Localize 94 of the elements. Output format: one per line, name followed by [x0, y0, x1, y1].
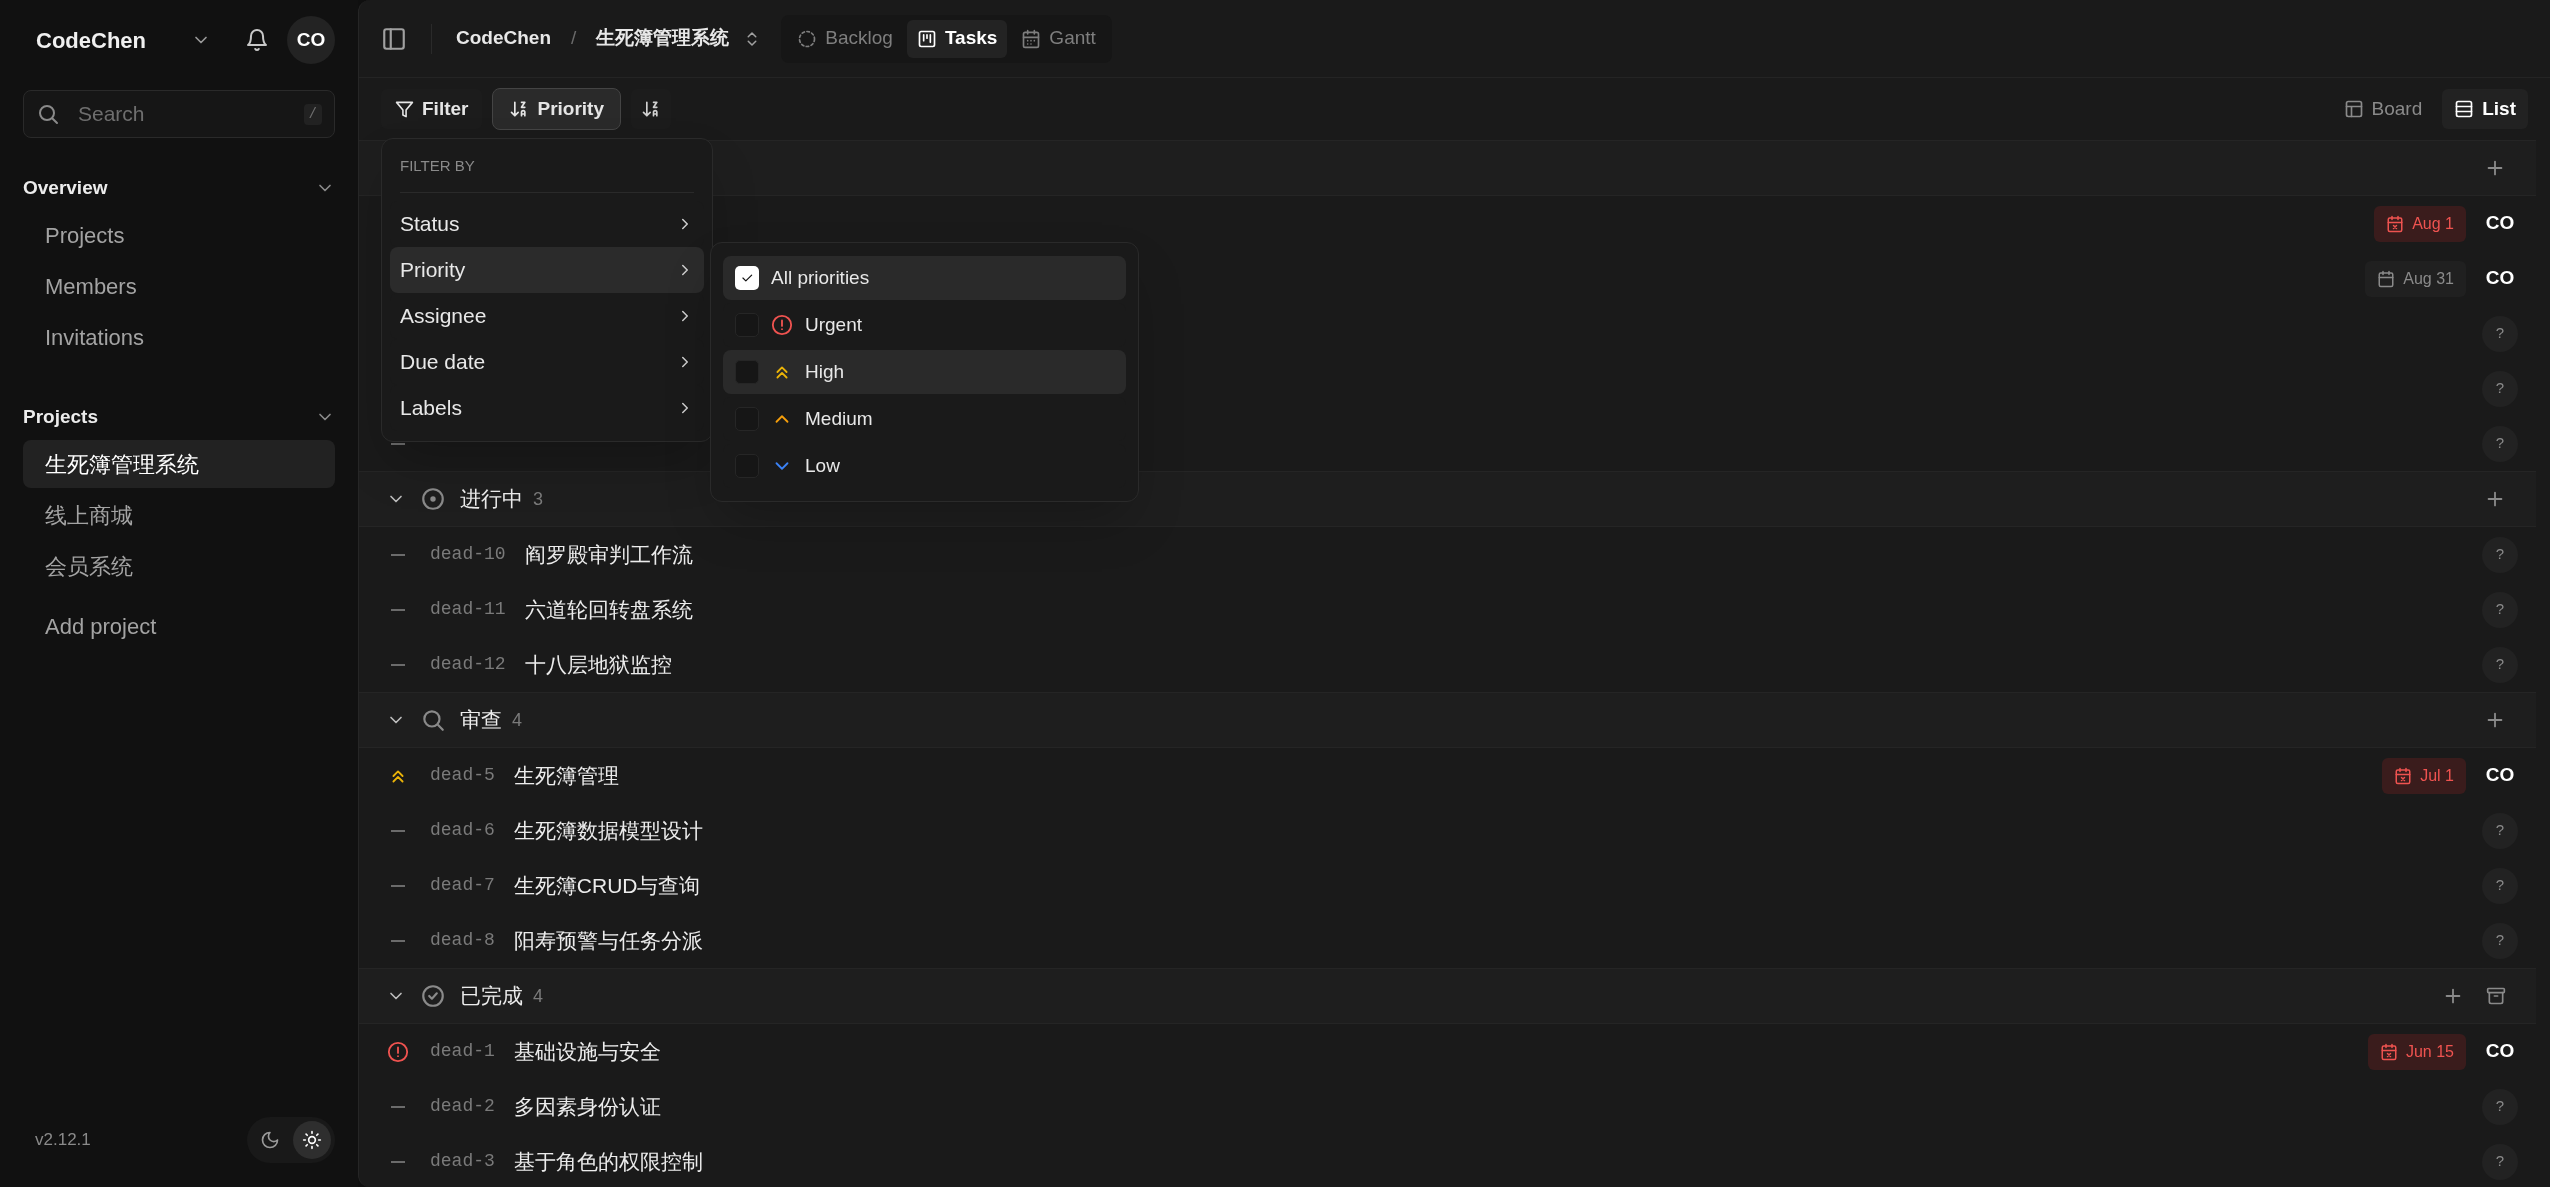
- sidebar-item[interactable]: Invitations: [23, 313, 335, 361]
- due-date-badge[interactable]: Jun 15: [2367, 1033, 2466, 1070]
- task-id: dead-2: [430, 1095, 495, 1118]
- add-project-link[interactable]: Add project: [23, 602, 335, 650]
- task-id: dead-1: [430, 1040, 495, 1063]
- assignee-avatar[interactable]: ?: [2482, 425, 2518, 462]
- sidebar-toggle-button[interactable]: [381, 25, 407, 52]
- assignee-avatar[interactable]: ?: [2482, 370, 2518, 407]
- calendar-icon: [2386, 214, 2405, 233]
- sun-icon: [302, 1130, 322, 1150]
- layout-tab[interactable]: Board: [2331, 89, 2435, 129]
- user-avatar[interactable]: CO: [287, 16, 335, 64]
- section-title: Projects: [23, 404, 98, 429]
- assignee-avatar[interactable]: ?: [2482, 1088, 2518, 1125]
- task-title[interactable]: 生死簿CRUD与查询: [513, 869, 701, 902]
- task-title[interactable]: 基于角色的权限控制: [513, 1145, 703, 1178]
- dashed-circle-icon: [797, 28, 818, 49]
- task-title[interactable]: 生死簿管理: [513, 759, 619, 792]
- task-title[interactable]: 六道轮回转盘系统: [524, 593, 693, 626]
- priority-option[interactable]: High: [723, 350, 1126, 394]
- group-count: 4: [533, 984, 543, 1008]
- section-title: Overview: [23, 175, 108, 200]
- task-title[interactable]: 阎罗殿审判工作流: [524, 538, 693, 571]
- breadcrumb-separator: /: [571, 26, 577, 51]
- search-input[interactable]: Search: [78, 98, 298, 130]
- assignee-avatar[interactable]: ?: [2482, 867, 2518, 904]
- sidebar-item[interactable]: 线上商城: [23, 491, 335, 539]
- calendar-icon: [2379, 1042, 2398, 1061]
- task-id: dead-3: [430, 1150, 495, 1173]
- list-icon: [2454, 99, 2475, 119]
- task-id: dead-11: [430, 598, 506, 621]
- notification-icon: [245, 28, 269, 52]
- task-id: dead-5: [430, 764, 495, 787]
- group-count: 3: [533, 487, 543, 511]
- version-label: v2.12.1: [35, 1129, 91, 1152]
- assignee-avatar[interactable]: CO: [2482, 757, 2518, 794]
- shortcut-key: /: [303, 103, 322, 125]
- task-id: dead-7: [430, 874, 495, 897]
- layout-tab[interactable]: List: [2442, 89, 2528, 129]
- checkbox[interactable]: [735, 266, 759, 290]
- sidebar-item[interactable]: Projects: [23, 211, 335, 259]
- task-id: dead-6: [430, 819, 495, 842]
- task-title[interactable]: 基础设施与安全: [513, 1035, 661, 1068]
- assignee-avatar[interactable]: CO: [2482, 1033, 2518, 1070]
- archive-button[interactable]: [2486, 986, 2506, 1006]
- search-icon: [36, 102, 60, 126]
- view-tab[interactable]: Tasks: [906, 19, 1008, 58]
- sort-icon: [641, 99, 661, 119]
- assignee-avatar[interactable]: ?: [2482, 1143, 2518, 1180]
- menu-item[interactable]: Priority: [390, 246, 704, 293]
- assignee-avatar[interactable]: ?: [2482, 812, 2518, 849]
- sort-button[interactable]: Priority: [492, 88, 621, 130]
- assignee-avatar[interactable]: ?: [2482, 536, 2518, 573]
- assignee-avatar[interactable]: ?: [2482, 591, 2518, 628]
- task-title[interactable]: 阳寿预警与任务分派: [513, 924, 703, 957]
- sidebar-item[interactable]: 会员系统: [23, 542, 335, 590]
- calendar-icon: [2394, 766, 2413, 785]
- due-date-badge[interactable]: Aug 1: [2374, 205, 2466, 242]
- board-icon: [2343, 99, 2364, 119]
- workspace-name[interactable]: CodeChen: [36, 23, 146, 57]
- archive-icon: [2486, 986, 2506, 1006]
- task-id: dead-8: [430, 929, 495, 952]
- moon-icon: [260, 1130, 280, 1150]
- group-count: 4: [512, 708, 522, 732]
- task-title[interactable]: 生死簿数据模型设计: [513, 814, 703, 847]
- breadcrumb-item[interactable]: CodeChen: [456, 24, 551, 53]
- assignee-avatar[interactable]: CO: [2482, 260, 2518, 297]
- calendar-icon: [2377, 269, 2396, 288]
- breadcrumb-item[interactable]: 生死簿管理系统: [596, 24, 730, 53]
- view-tab[interactable]: Gantt: [1011, 19, 1106, 58]
- sidebar-item[interactable]: 生死簿管理系统: [23, 440, 335, 488]
- task-title[interactable]: 十八层地狱监控: [524, 648, 672, 681]
- assignee-avatar[interactable]: CO: [2482, 205, 2518, 242]
- due-date-badge[interactable]: Jul 1: [2382, 757, 2466, 794]
- due-date-badge[interactable]: Aug 31: [2365, 260, 2466, 297]
- notifications-button[interactable]: [245, 28, 269, 52]
- assignee-avatar[interactable]: ?: [2482, 922, 2518, 959]
- assignee-avatar[interactable]: ?: [2482, 315, 2518, 352]
- filter-icon: [395, 99, 414, 119]
- sidebar-toggle-icon: [381, 25, 407, 52]
- theme-button[interactable]: [293, 1121, 331, 1159]
- priority-option[interactable]: All priorities: [723, 256, 1126, 300]
- group-title: 进行中: [460, 486, 523, 513]
- assignee-avatar[interactable]: ?: [2482, 646, 2518, 683]
- view-tab[interactable]: Backlog: [787, 19, 903, 58]
- menu-header: FILTER BY: [399, 156, 476, 176]
- group-title: 已完成: [460, 983, 523, 1010]
- task-title[interactable]: 多因素身份认证: [513, 1090, 661, 1123]
- task-id: dead-12: [430, 653, 506, 676]
- task-id: dead-10: [430, 543, 506, 566]
- calendar-icon: [1021, 28, 1042, 49]
- kanban-icon: [916, 28, 937, 49]
- group-title: 审查: [460, 707, 502, 734]
- sidebar-item[interactable]: Members: [23, 262, 335, 310]
